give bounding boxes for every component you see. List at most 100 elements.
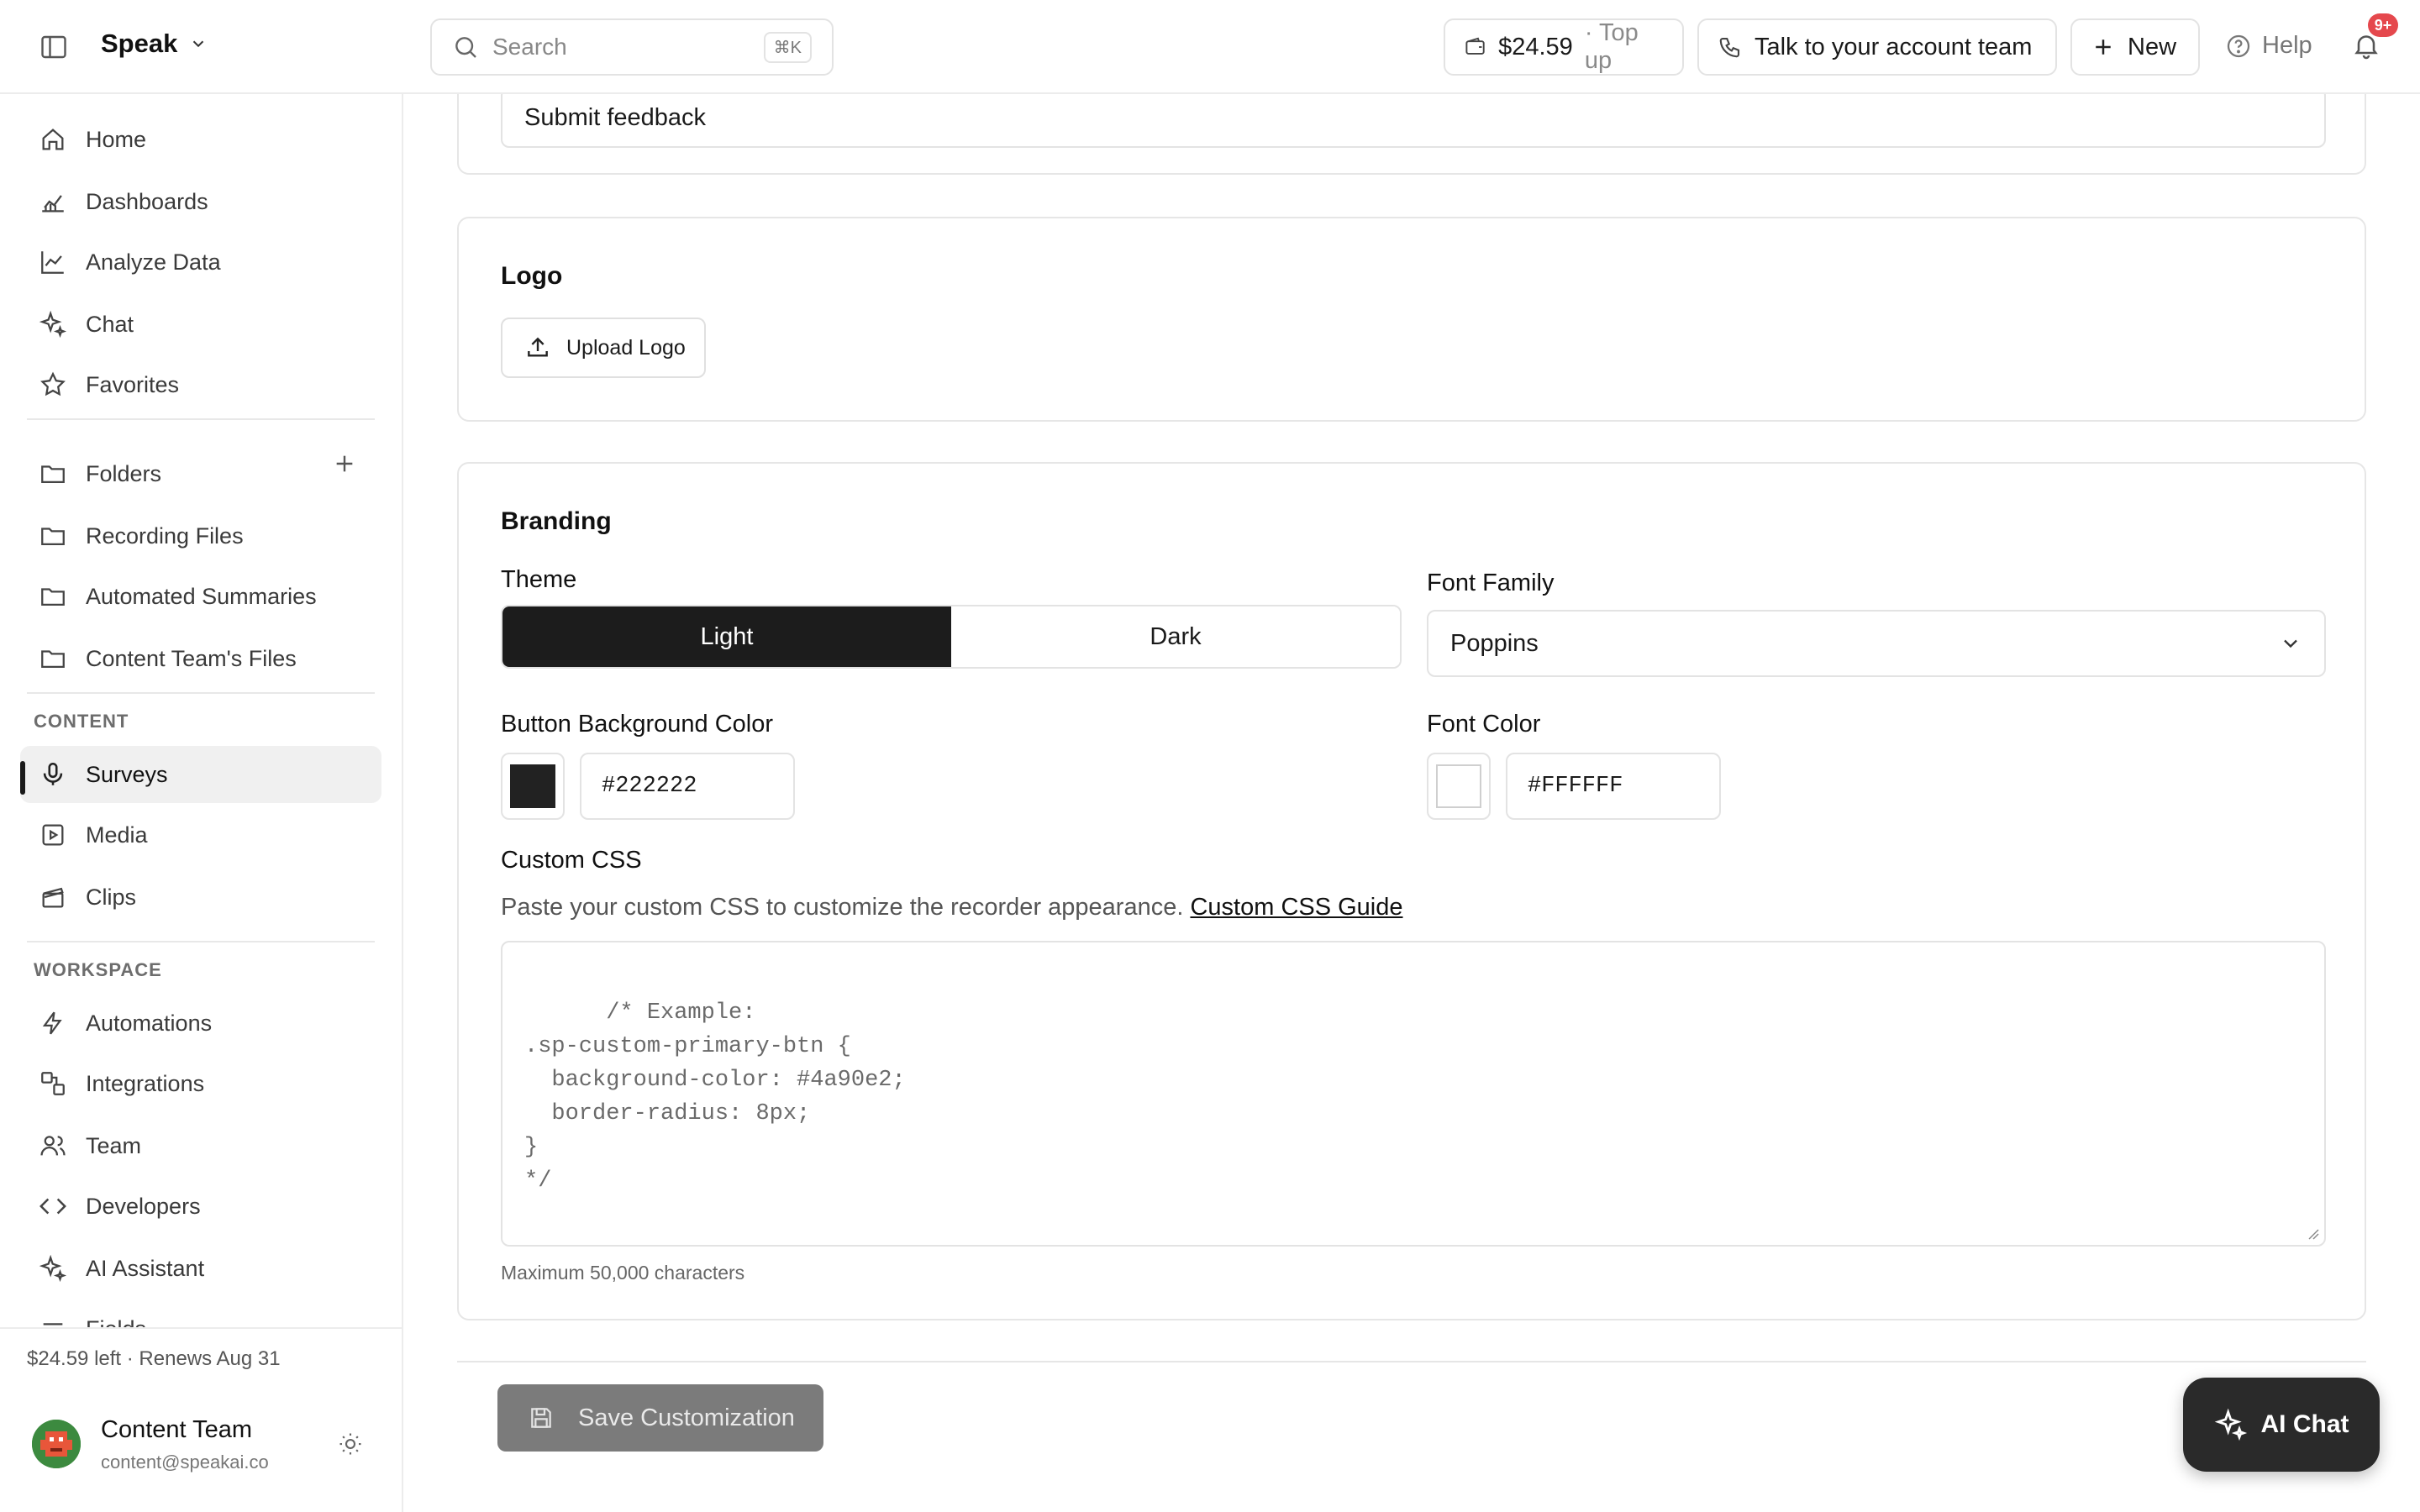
code-icon: [39, 1198, 66, 1215]
help-button[interactable]: Help: [2225, 32, 2312, 60]
font-color-label: Font Color: [1427, 711, 1541, 738]
sidebar-item-label: Surveys: [86, 761, 168, 787]
sidebar-item-label: Automated Summaries: [86, 583, 317, 609]
credit-status: $24.59 left · Renews Aug 31: [27, 1347, 281, 1370]
font-family-select[interactable]: Poppins: [1427, 610, 2326, 677]
sidebar-item-label: AI Assistant: [86, 1255, 205, 1281]
ai-chat-label: AI Chat: [2260, 1410, 2349, 1438]
custom-css-guide-link[interactable]: Custom CSS Guide: [1190, 894, 1402, 921]
sidebar-item-integrations[interactable]: Integrations: [20, 1055, 381, 1112]
sidebar-item-label: Team: [86, 1132, 142, 1158]
section-label-content: CONTENT: [34, 711, 129, 732]
search-input[interactable]: Search ⌘K: [430, 18, 834, 76]
sidebar-divider: [27, 418, 375, 420]
sidebar-item-label: Content Team's Files: [86, 645, 297, 671]
custom-css-textarea[interactable]: /* Example: .sp-custom-primary-btn { bac…: [501, 941, 2326, 1247]
ai-chat-button[interactable]: AI Chat: [2183, 1378, 2380, 1472]
sidebar-footer: $24.59 left · Renews Aug 31 Content Team…: [0, 1327, 402, 1512]
font-color-hex-value: #FFFFFF: [1528, 774, 1623, 799]
sidebar-item-label: Clips: [86, 884, 137, 910]
sidebar-item-label: Home: [86, 126, 147, 152]
submit-field-value: Submit feedback: [524, 103, 707, 131]
font-family-label: Font Family: [1427, 570, 1555, 596]
bar-chart-icon: [42, 195, 64, 213]
new-button[interactable]: New: [2070, 18, 2200, 76]
sidebar-item-surveys[interactable]: Surveys: [20, 746, 381, 803]
sidebar-item-label: Automations: [86, 1010, 213, 1036]
sidebar-item-content-team-files[interactable]: Content Team's Files: [20, 630, 381, 687]
sidebar-item-recording-files[interactable]: Recording Files: [20, 507, 381, 564]
folder-icon: [41, 528, 65, 546]
play-square-icon: [42, 824, 64, 846]
sidebar-item-label: Integrations: [86, 1070, 205, 1096]
top-up-label: · Top up: [1584, 19, 1639, 74]
resize-handle-icon[interactable]: [2306, 1226, 2319, 1240]
balance-amount: $24.59: [1498, 33, 1573, 60]
button-bg-swatch: [510, 764, 555, 808]
theme-dark-option[interactable]: Dark: [951, 606, 1400, 667]
sidebar-item-ai-assistant[interactable]: AI Assistant: [20, 1240, 381, 1297]
sidebar-item-automations[interactable]: Automations: [20, 995, 381, 1052]
sidebar-item-media[interactable]: Media: [20, 806, 381, 864]
sidebar-toggle-icon[interactable]: [39, 32, 69, 62]
sidebar-item-automated-summaries[interactable]: Automated Summaries: [20, 568, 381, 625]
sidebar-item-home[interactable]: Home: [20, 111, 381, 168]
help-label: Help: [2262, 32, 2312, 59]
chevron-down-icon: [2284, 639, 2297, 648]
search-icon: [455, 37, 476, 58]
clapperboard-icon: [42, 887, 64, 908]
footer-divider: [457, 1361, 2366, 1362]
user-email: content@speakai.co: [101, 1452, 269, 1473]
sidebar-item-dashboards[interactable]: Dashboards: [20, 173, 381, 230]
phone-icon: [1719, 37, 1740, 58]
upload-icon: [528, 337, 548, 357]
sidebar: Home Dashboards Analyze Data Chat Favori…: [0, 94, 403, 1512]
folder-icon: [41, 465, 65, 484]
users-icon: [40, 1136, 66, 1156]
active-indicator: [20, 761, 25, 795]
folder-icon: [41, 650, 65, 669]
home-icon: [42, 129, 64, 150]
logo-title: Logo: [501, 262, 563, 290]
button-bg-hex-input[interactable]: #222222: [580, 753, 795, 820]
sidebar-item-chat[interactable]: Chat: [20, 296, 381, 353]
add-folder-icon[interactable]: [331, 450, 358, 477]
integrations-icon: [41, 1072, 65, 1095]
sun-icon[interactable]: [338, 1431, 363, 1457]
upload-logo-button[interactable]: Upload Logo: [501, 318, 706, 378]
upload-logo-label: Upload Logo: [566, 335, 686, 360]
workspace-switcher[interactable]: Speak: [101, 29, 208, 59]
user-name: Content Team: [101, 1416, 253, 1443]
sidebar-item-label: Dashboards: [86, 188, 208, 214]
sidebar-item-label: Folders: [86, 460, 162, 486]
sidebar-item-favorites[interactable]: Favorites: [20, 356, 381, 413]
custom-css-desc-text: Paste your custom CSS to customize the r…: [501, 894, 1184, 921]
branding-card: Branding Theme Light Dark Font Family Po…: [457, 462, 2366, 1320]
sidebar-divider: [27, 692, 375, 694]
font-family-value: Poppins: [1450, 629, 1539, 657]
submit-button-text-field[interactable]: Submit feedback: [501, 94, 2326, 148]
theme-light-option[interactable]: Light: [502, 606, 951, 667]
font-color-hex-input[interactable]: #FFFFFF: [1506, 753, 1721, 820]
avatar[interactable]: [32, 1420, 81, 1468]
custom-css-description: Paste your custom CSS to customize the r…: [501, 894, 1403, 921]
line-chart-icon: [41, 251, 64, 274]
sidebar-item-analyze-data[interactable]: Analyze Data: [20, 234, 381, 291]
brand-name: Speak: [101, 29, 178, 58]
save-customization-button[interactable]: Save Customization: [497, 1384, 823, 1452]
balance-top-up-button[interactable]: $24.59 · Top up: [1444, 18, 1684, 76]
sidebar-item-label: Analyze Data: [86, 249, 221, 275]
folder-icon: [41, 588, 65, 606]
sidebar-item-clips[interactable]: Clips: [20, 869, 381, 926]
lightning-icon: [42, 1011, 62, 1035]
sidebar-item-folders[interactable]: Folders: [20, 445, 381, 502]
avatar-icon: [32, 1420, 81, 1468]
plus-icon: [2096, 39, 2111, 55]
sidebar-item-team[interactable]: Team: [20, 1117, 381, 1174]
font-color-picker[interactable]: [1427, 753, 1491, 820]
wallet-icon: [1465, 37, 1485, 55]
sidebar-item-developers[interactable]: Developers: [20, 1178, 381, 1235]
button-bg-color-picker[interactable]: [501, 753, 565, 820]
account-team-button[interactable]: Talk to your account team: [1697, 18, 2057, 76]
top-bar: Speak Search ⌘K $24.59 · Top up Talk to …: [0, 0, 2420, 94]
